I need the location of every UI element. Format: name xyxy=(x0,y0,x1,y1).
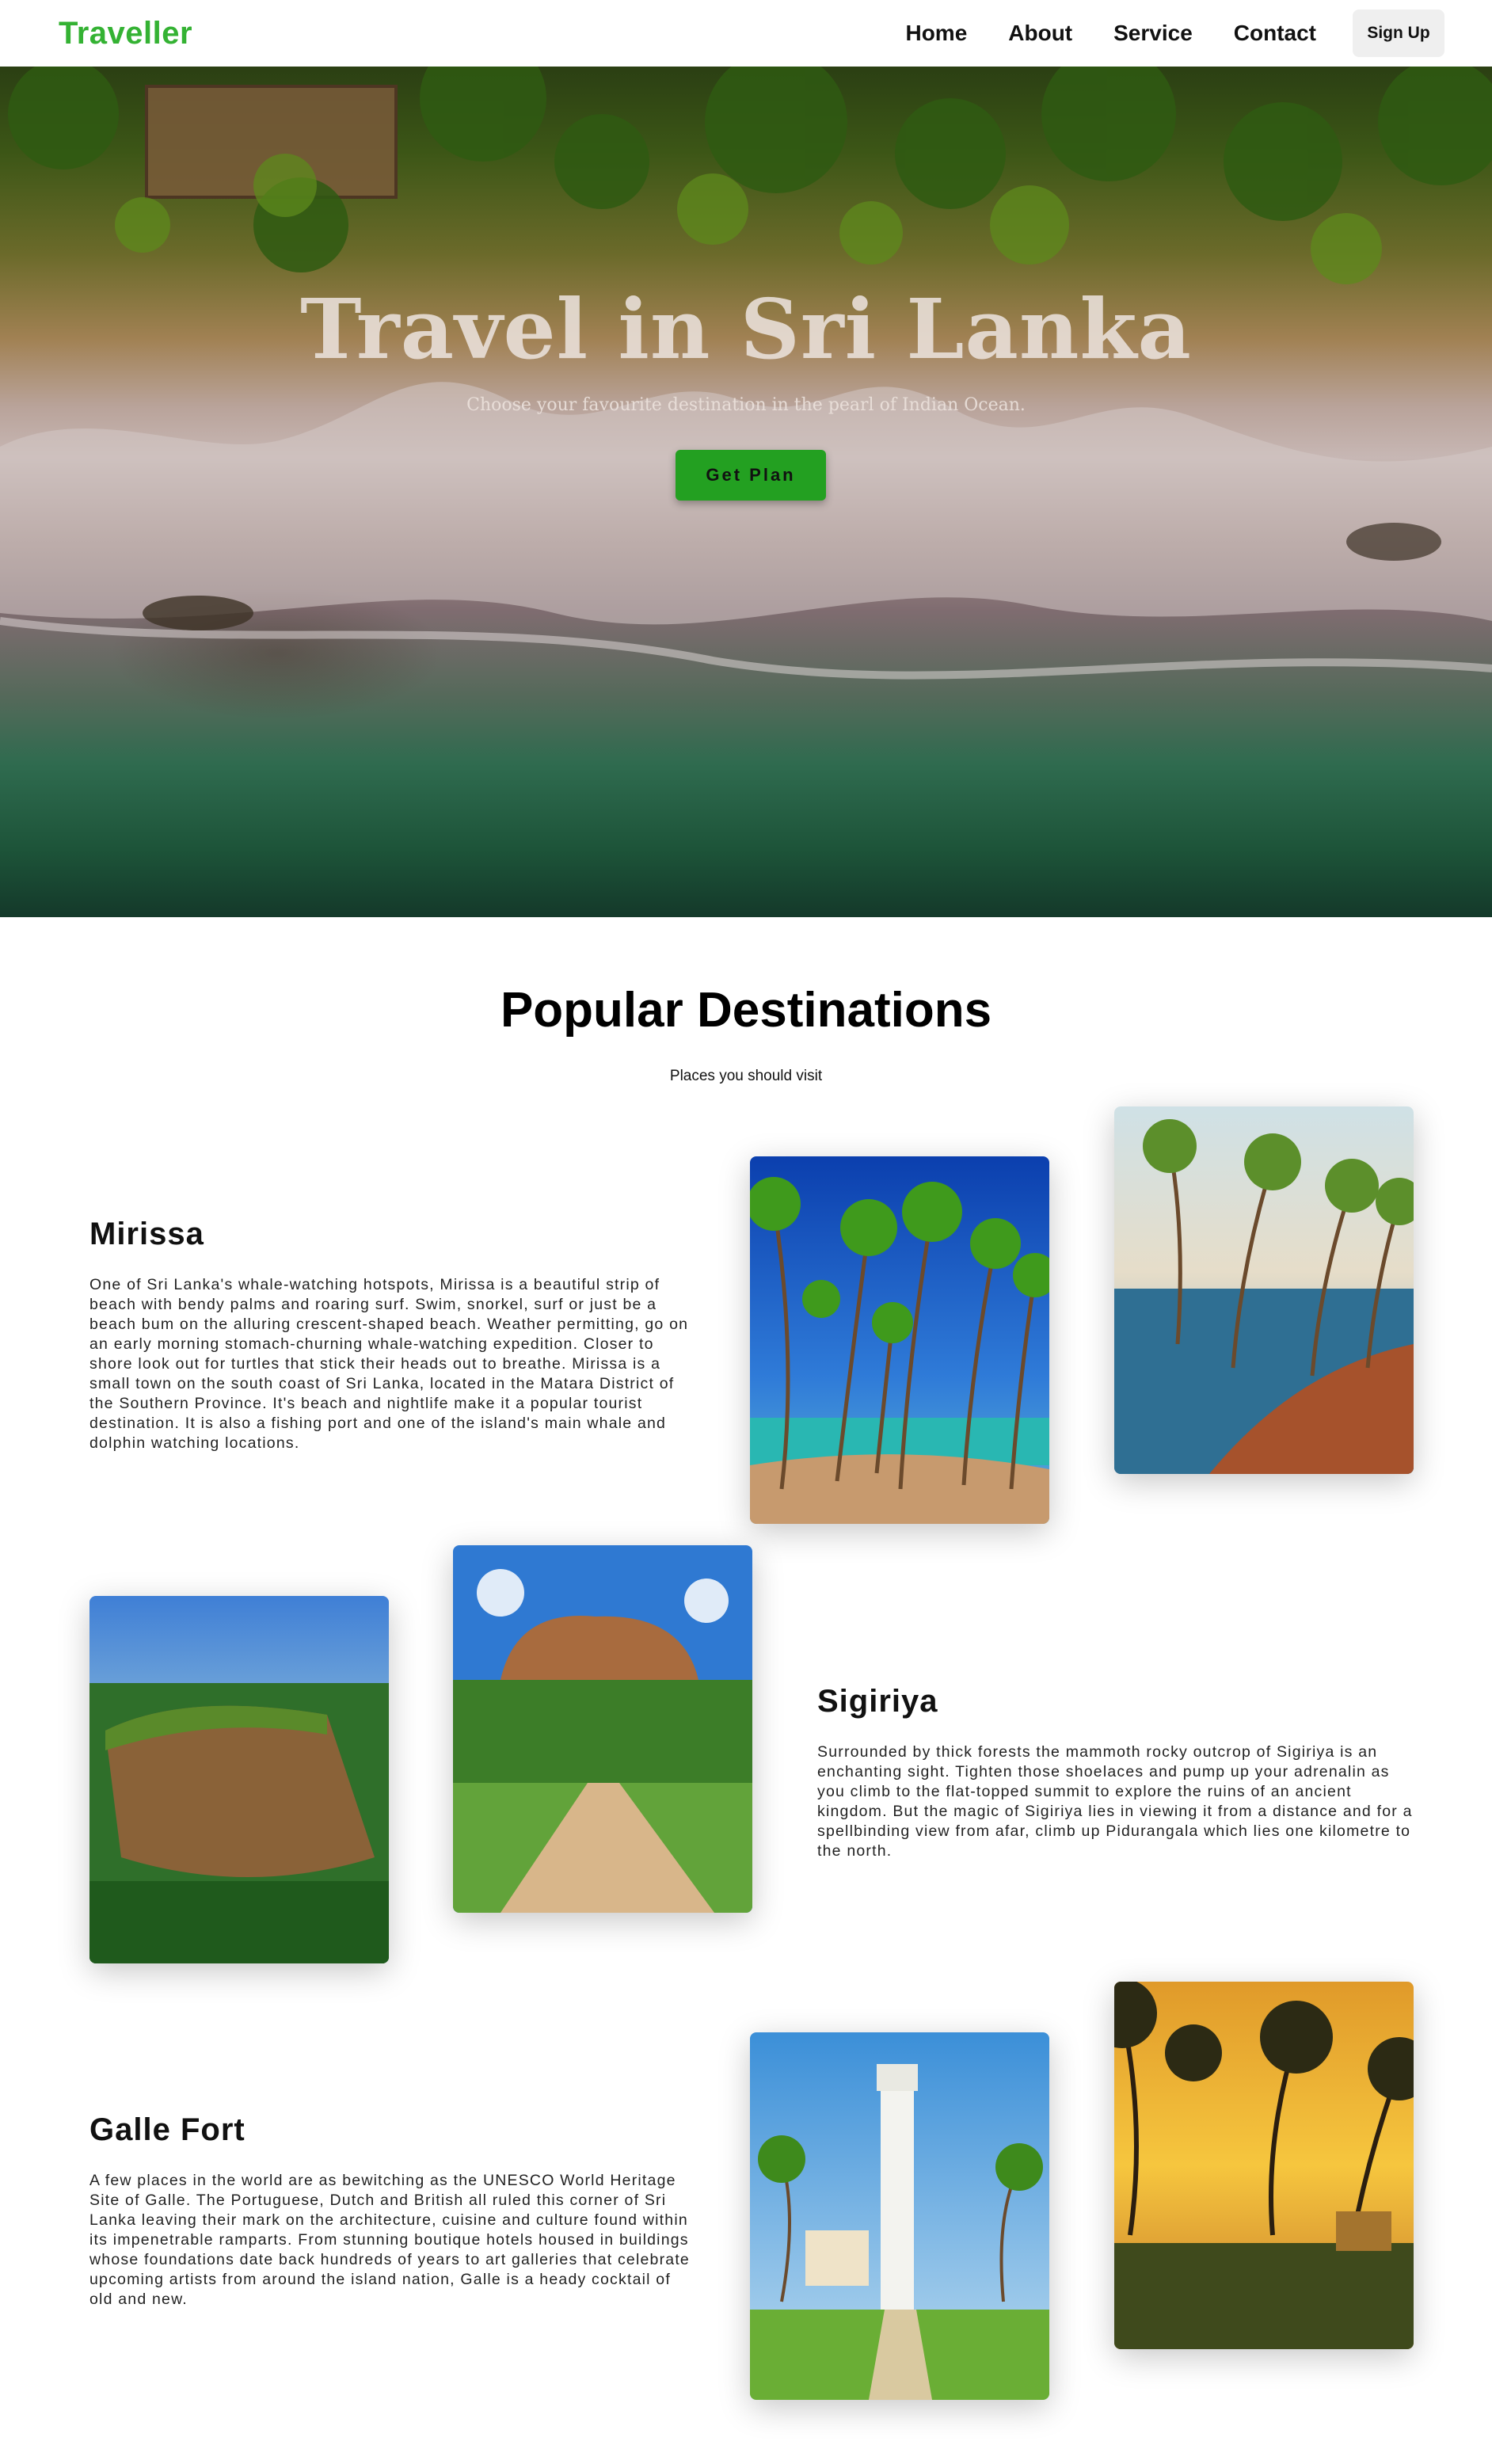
destination-description-mirissa: One of Sri Lanka's whale-watching hotspo… xyxy=(89,1276,689,1452)
hero-title: Travel in Sri Lanka xyxy=(300,280,1192,378)
galle-lighthouse-photo[interactable] xyxy=(750,2032,1049,2400)
mirissa-coast-photo[interactable] xyxy=(1114,1106,1414,1474)
destination-description-galle-fort: A few places in the world are as bewitch… xyxy=(89,2172,690,2308)
galle-sunset-photo[interactable] xyxy=(1114,1982,1414,2349)
mirissa-palms-photo[interactable] xyxy=(750,1156,1049,1524)
destination-title-mirissa: Mirissa xyxy=(89,1217,204,1251)
nav-link-about[interactable]: About xyxy=(1008,21,1072,46)
destination-title-galle-fort: Galle Fort xyxy=(89,2112,245,2147)
signup-button[interactable]: Sign Up xyxy=(1353,10,1444,57)
navbar: Traveller Home About Service Contact Sig… xyxy=(0,0,1492,67)
section-subtitle: Places you should visit xyxy=(669,1068,823,1084)
get-plan-button[interactable]: Get Plan xyxy=(676,450,826,501)
nav-link-service[interactable]: Service xyxy=(1113,21,1193,46)
nav-link-home[interactable]: Home xyxy=(905,21,967,46)
nav-menu: Home About Service Contact Sign Up xyxy=(864,10,1444,57)
brand-logo[interactable]: Traveller xyxy=(59,16,192,51)
sigiriya-rock-photo[interactable] xyxy=(453,1545,752,1913)
destination-title-sigiriya: Sigiriya xyxy=(817,1684,938,1719)
hero-banner: Travel in Sri Lanka Choose your favourit… xyxy=(0,67,1492,917)
sigiriya-aerial-photo[interactable] xyxy=(89,1596,389,1963)
destination-description-sigiriya: Surrounded by thick forests the mammoth … xyxy=(817,1743,1413,1860)
hero-subtitle: Choose your favourite destination in the… xyxy=(466,395,1026,415)
section-title: Popular Destinations xyxy=(500,983,992,1038)
nav-link-contact[interactable]: Contact xyxy=(1234,21,1316,46)
